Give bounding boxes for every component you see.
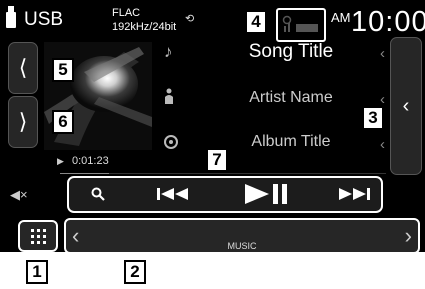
next-page-button[interactable]: ⟩ bbox=[8, 96, 38, 148]
callout-4: 4 bbox=[245, 10, 267, 34]
mute-icon[interactable]: ◀× bbox=[10, 187, 28, 203]
format-codec: FLAC bbox=[112, 7, 141, 19]
repeat-icon[interactable]: ⟲ bbox=[185, 12, 194, 25]
artist-icon bbox=[164, 88, 174, 109]
callout-1: 1 bbox=[26, 260, 48, 284]
grid-icon bbox=[31, 229, 46, 244]
format-rate: 192kHz/24bit bbox=[112, 21, 177, 33]
chevron-right-icon: ⟩ bbox=[18, 109, 28, 134]
function-bar-label: MUSIC bbox=[227, 241, 257, 251]
callout-2: 2 bbox=[124, 260, 146, 284]
play-pause-icon[interactable] bbox=[245, 184, 289, 204]
previous-page-button[interactable]: ⟨ bbox=[8, 42, 38, 94]
clock-ampm: AM bbox=[331, 10, 351, 25]
playback-control-bar bbox=[67, 176, 383, 213]
song-icon: ♪ bbox=[164, 42, 173, 61]
list-panel-tab[interactable]: ‹ bbox=[390, 37, 422, 175]
callout-5: 5 bbox=[52, 58, 74, 82]
scroll-caret-icon: ‹ bbox=[380, 45, 385, 62]
playing-indicator-icon: ▶ bbox=[57, 156, 64, 166]
menu-button[interactable] bbox=[18, 220, 58, 252]
artist-name: Artist Name bbox=[249, 89, 333, 106]
progress-fill bbox=[60, 173, 109, 174]
clock-time: 10:00 bbox=[351, 6, 425, 38]
album-icon bbox=[164, 134, 178, 154]
callout-3: 3 bbox=[362, 106, 384, 130]
person-icon bbox=[165, 88, 173, 104]
previous-track-icon[interactable] bbox=[157, 187, 189, 201]
signal-icon bbox=[282, 15, 318, 32]
song-title: Song Title bbox=[248, 41, 334, 62]
source-label[interactable]: USB bbox=[24, 9, 63, 31]
next-track-icon[interactable] bbox=[339, 187, 371, 201]
callout-7: 7 bbox=[206, 148, 228, 172]
disc-icon bbox=[164, 135, 178, 149]
elapsed-time: 0:01:23 bbox=[72, 155, 109, 167]
usb-icon bbox=[6, 6, 16, 28]
function-bar[interactable]: ‹ MUSIC › bbox=[64, 218, 420, 254]
status-indicator-area bbox=[276, 8, 326, 42]
scroll-caret-icon: ‹ bbox=[380, 136, 385, 153]
chevron-right-icon[interactable]: › bbox=[405, 223, 412, 249]
callout-6: 6 bbox=[52, 110, 74, 134]
search-icon[interactable] bbox=[91, 187, 105, 201]
progress-bar[interactable] bbox=[60, 173, 386, 174]
chevron-left-icon: ⟨ bbox=[18, 55, 28, 80]
chevron-left-icon: ‹ bbox=[402, 94, 410, 117]
